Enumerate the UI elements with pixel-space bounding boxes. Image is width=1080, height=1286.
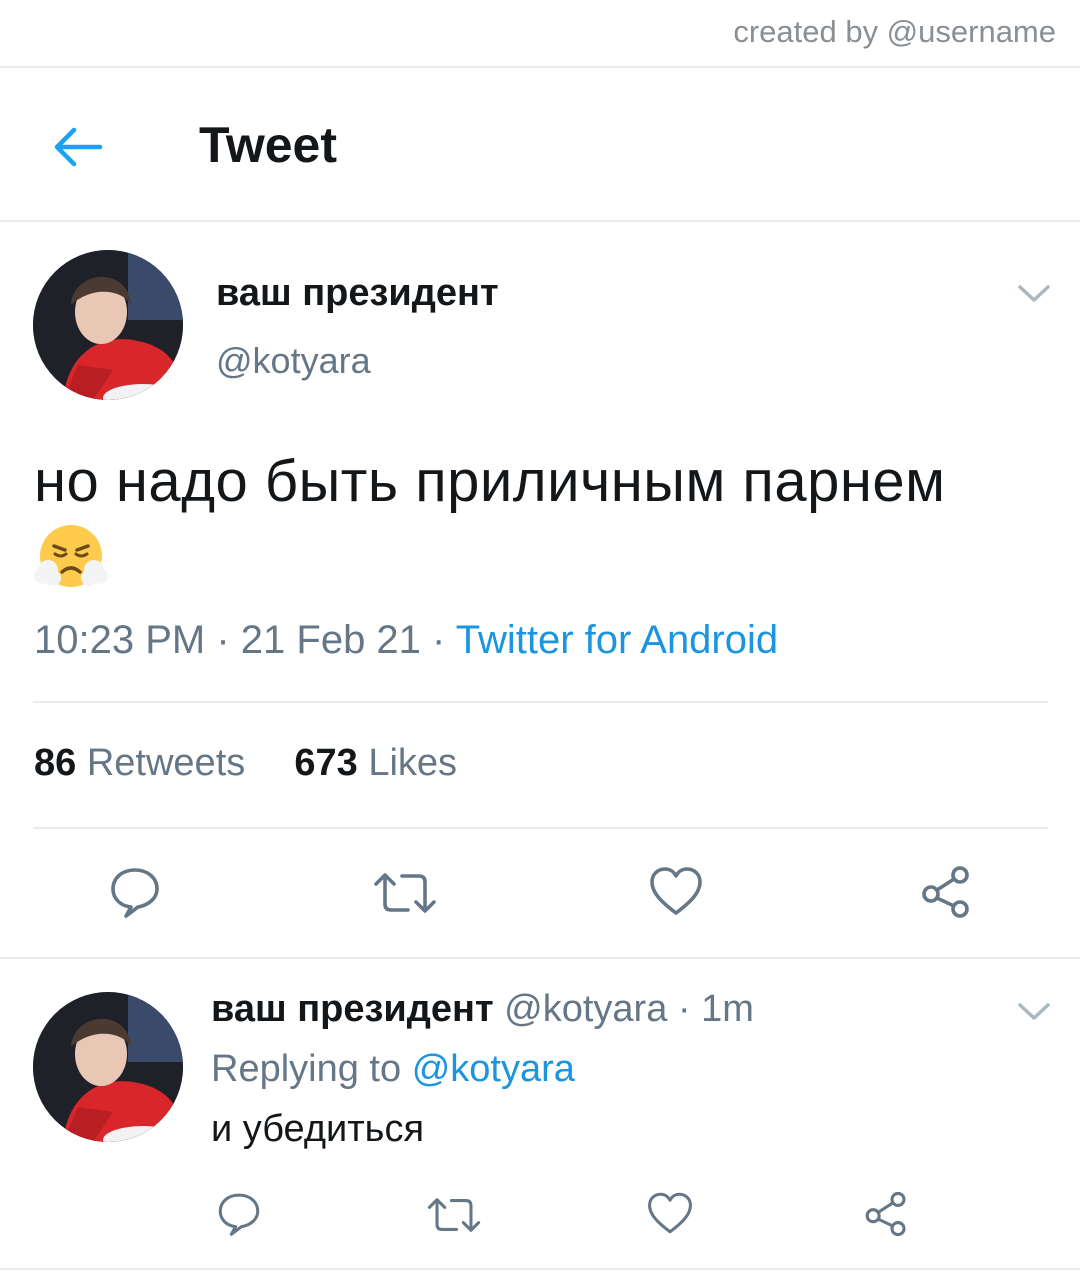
divider — [0, 957, 1080, 959]
avatar[interactable] — [33, 250, 183, 400]
replying-prefix: Replying to — [211, 1048, 402, 1090]
separator-dot: · — [432, 618, 456, 662]
retweets-label: Retweets — [86, 742, 246, 784]
like-heart-icon[interactable] — [646, 1190, 694, 1236]
tweet-text: но надо быть приличным парнем — [34, 449, 946, 514]
retweet-icon[interactable] — [426, 1192, 482, 1238]
reply-icon[interactable] — [216, 1190, 262, 1236]
likes-label: Likes — [368, 742, 458, 784]
divider — [33, 701, 1048, 703]
tweet-stats: 86 Retweets 673 Likes — [34, 742, 457, 785]
tweet-date: 21 Feb 21 — [240, 618, 421, 662]
separator-dot: · — [667, 988, 702, 1030]
reply-icon[interactable] — [108, 864, 162, 918]
header-bar — [0, 66, 1080, 220]
reply-text: и убедиться — [211, 1108, 425, 1150]
back-arrow-icon[interactable] — [50, 120, 104, 174]
retweets-stat[interactable]: 86 Retweets — [34, 742, 245, 784]
author-handle[interactable]: @kotyara — [216, 340, 371, 382]
reply-avatar[interactable] — [33, 992, 183, 1142]
creator-credit: created by @username — [733, 14, 1056, 49]
like-heart-icon[interactable] — [648, 864, 704, 918]
divider — [33, 827, 1048, 829]
divider — [0, 220, 1080, 222]
face-with-steam-from-nose-icon — [34, 520, 108, 594]
tweet-time: 10:23 PM — [34, 618, 206, 662]
likes-stat[interactable]: 673 Likes — [294, 742, 457, 784]
page-title: Tweet — [199, 117, 337, 173]
tweet-meta: 10:23 PM · 21 Feb 21 · Twitter for Andro… — [34, 618, 778, 663]
share-icon[interactable] — [918, 864, 974, 920]
replying-to-mention[interactable]: @kotyara — [412, 1048, 575, 1090]
likes-count: 673 — [294, 742, 358, 784]
author-display-name[interactable]: ваш президент — [216, 272, 499, 315]
separator-dot: · — [216, 618, 241, 662]
tweet-source-link[interactable]: Twitter for Android — [456, 618, 778, 662]
reply-handle[interactable]: @kotyara — [504, 988, 667, 1030]
chevron-down-icon[interactable] — [1016, 1000, 1052, 1024]
retweets-count: 86 — [34, 742, 77, 784]
retweet-icon[interactable] — [372, 866, 438, 920]
divider — [0, 1268, 1080, 1270]
reply-age: 1m — [701, 988, 754, 1030]
reply-header: ваш президент @kotyara · 1m — [211, 988, 754, 1031]
chevron-down-icon[interactable] — [1016, 282, 1052, 306]
share-icon[interactable] — [862, 1190, 910, 1238]
replying-to-line: Replying to @kotyara — [211, 1048, 575, 1091]
reply-display-name[interactable]: ваш президент — [211, 988, 494, 1030]
